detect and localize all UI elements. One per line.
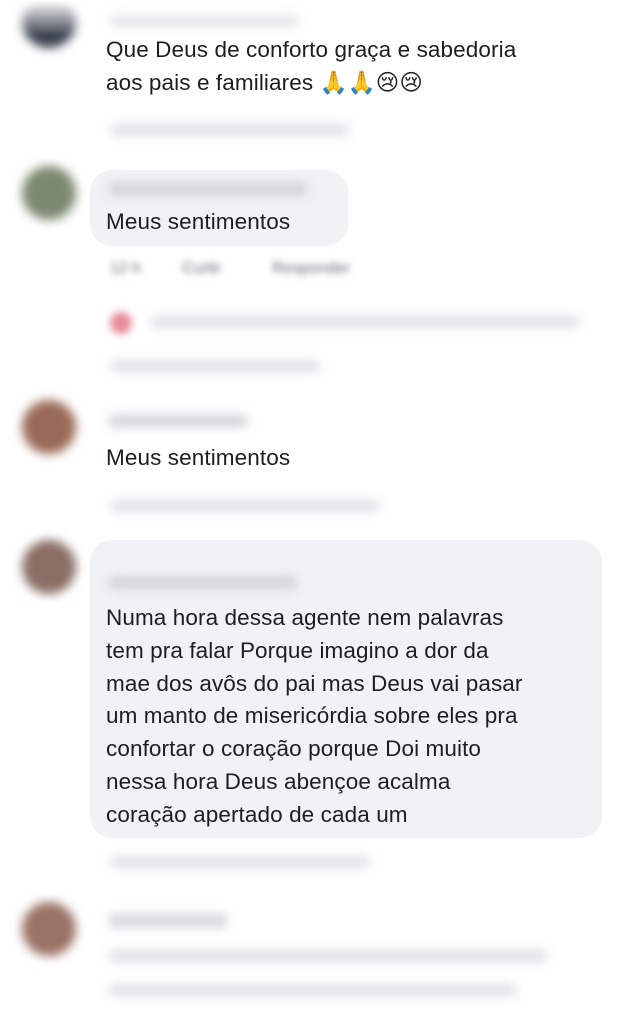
avatar[interactable] [22,400,76,454]
comment-text: Meus sentimentos [106,445,291,470]
avatar[interactable] [22,540,76,594]
like-button[interactable]: Curtir [182,260,221,278]
commenter-name[interactable] [108,914,228,928]
avatar[interactable] [22,902,76,956]
avatar[interactable] [22,166,76,220]
commenter-name[interactable] [108,576,298,590]
commenter-name[interactable] [108,182,308,196]
reply-preview[interactable] [150,316,580,328]
comment-text-blurred [108,950,548,962]
comment-meta [110,124,350,136]
comment-text: Meus sentimentos [106,209,291,234]
top-fade [0,0,622,36]
timestamp: 12 h [110,260,142,277]
comment-text: Numa hora dessa agente nem palavras tem … [106,605,523,827]
comment-thread: Que Deus de conforto graça e sabedoria a… [0,0,622,1024]
heart-icon[interactable] [110,312,132,334]
comment-meta [110,500,380,512]
commenter-name[interactable] [108,414,248,428]
reply-meta [110,360,320,372]
reply-button[interactable]: Responder [272,260,350,278]
comment-meta [110,856,370,868]
comment-text: Que Deus de conforto graça e sabedoria a… [106,37,517,95]
comment-text-blurred [108,984,518,996]
